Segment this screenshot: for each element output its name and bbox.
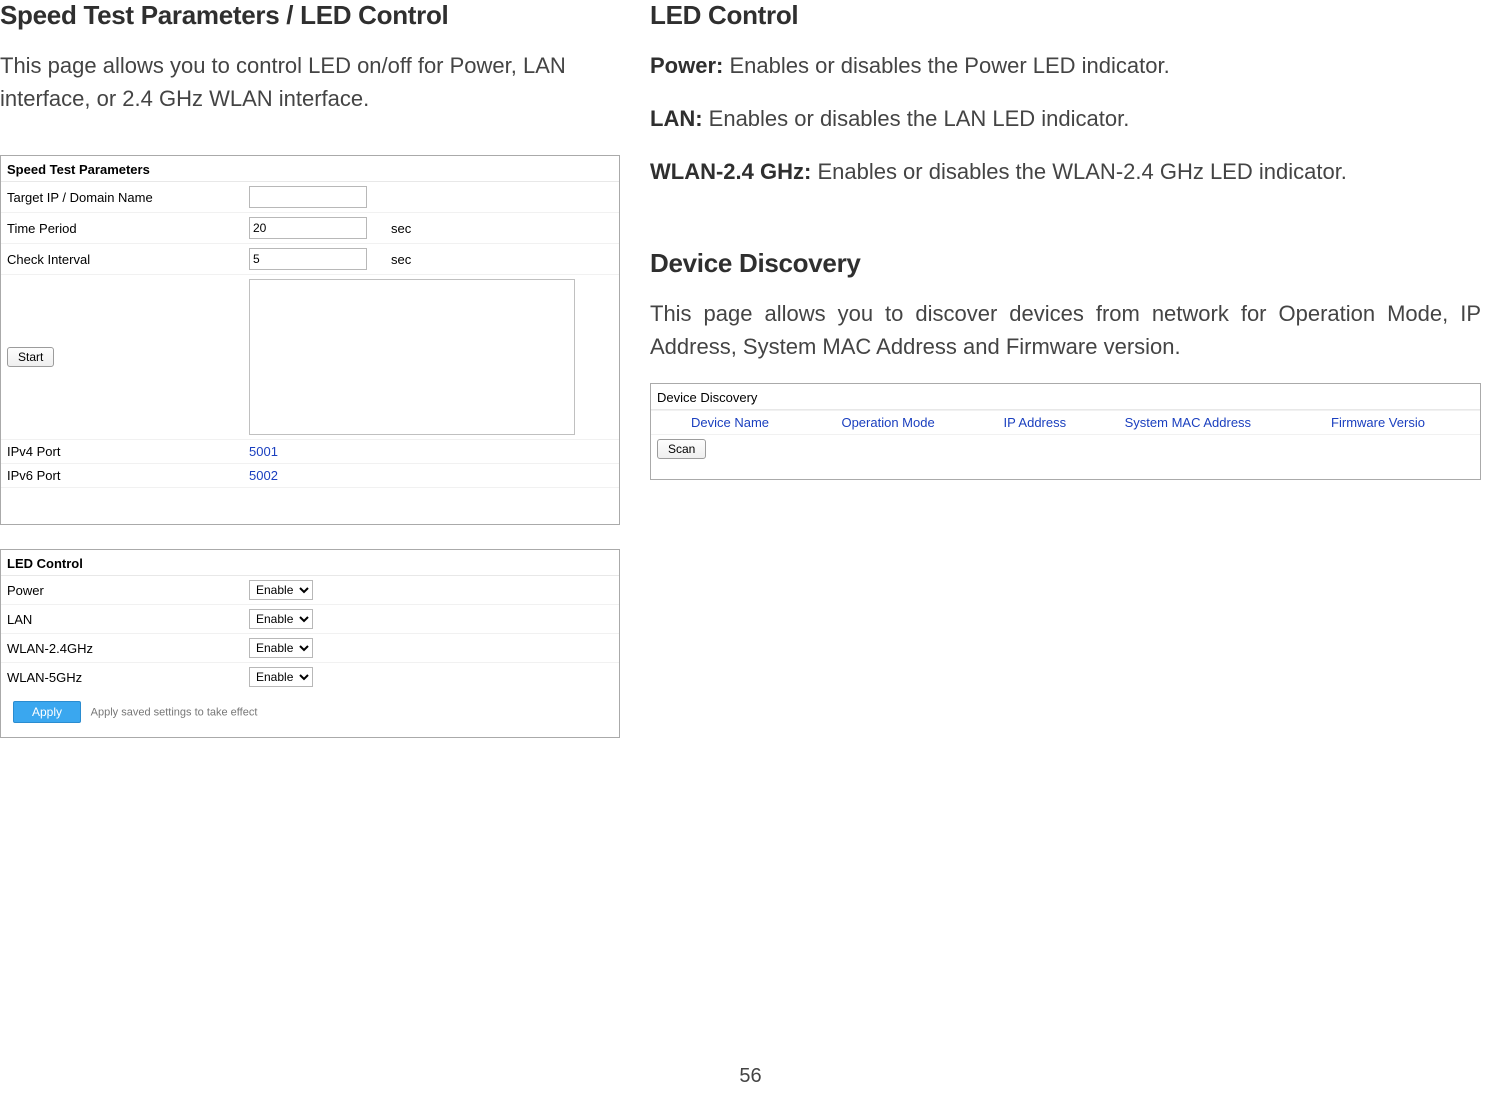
check-interval-label: Check Interval [1, 244, 243, 275]
dd-header-3: System MAC Address [1111, 411, 1317, 435]
time-period-label: Time Period [1, 213, 243, 244]
wlan-desc: WLAN-2.4 GHz: Enables or disables the WL… [650, 155, 1481, 188]
ipv6-port-value: 5002 [249, 468, 278, 483]
wlan-bold: WLAN-2.4 GHz: [650, 159, 811, 184]
lan-bold: LAN: [650, 106, 703, 131]
led-lan-label: LAN [1, 605, 243, 634]
device-discovery-table: Device Name Operation Mode IP Address Sy… [651, 410, 1480, 463]
check-interval-input[interactable] [249, 248, 367, 270]
lan-desc: LAN: Enables or disables the LAN LED ind… [650, 102, 1481, 135]
heading-speed-led: Speed Test Parameters / LED Control [0, 0, 620, 31]
check-interval-unit: sec [385, 244, 619, 275]
led-control-panel: LED Control Power Enable LAN Enable WLAN… [0, 549, 620, 738]
led-control-table: Power Enable LAN Enable WLAN-2.4GHz Enab… [1, 576, 619, 737]
power-bold: Power: [650, 53, 723, 78]
power-desc: Power: Enables or disables the Power LED… [650, 49, 1481, 82]
led-wlan24-select[interactable]: Enable [249, 638, 313, 658]
intro-text: This page allows you to control LED on/o… [0, 49, 620, 115]
scan-button[interactable]: Scan [657, 439, 706, 459]
apply-button[interactable]: Apply [13, 701, 81, 723]
heading-device-discovery: Device Discovery [650, 248, 1481, 279]
dd-header-0: Device Name [651, 411, 827, 435]
device-discovery-intro: This page allows you to discover devices… [650, 297, 1481, 363]
power-rest: Enables or disables the Power LED indica… [723, 53, 1169, 78]
time-period-input[interactable] [249, 217, 367, 239]
target-label: Target IP / Domain Name [1, 182, 243, 213]
led-power-label: Power [1, 576, 243, 605]
lan-rest: Enables or disables the LAN LED indicato… [703, 106, 1130, 131]
wlan-rest: Enables or disables the WLAN-2.4 GHz LED… [811, 159, 1347, 184]
speed-test-table: Target IP / Domain Name Time Period sec … [1, 182, 619, 524]
device-discovery-panel-title: Device Discovery [651, 384, 1480, 410]
device-discovery-panel: Device Discovery Device Name Operation M… [650, 383, 1481, 480]
speed-test-results-textarea[interactable] [249, 279, 575, 435]
led-lan-select[interactable]: Enable [249, 609, 313, 629]
led-wlan5-label: WLAN-5GHz [1, 663, 243, 692]
ipv4-port-value: 5001 [249, 444, 278, 459]
ipv6-port-label: IPv6 Port [1, 464, 243, 488]
page-number: 56 [0, 1065, 1501, 1088]
speed-test-panel-title: Speed Test Parameters [1, 156, 619, 182]
heading-led-control: LED Control [650, 0, 1481, 31]
ipv4-port-label: IPv4 Port [1, 440, 243, 464]
start-button[interactable]: Start [7, 347, 54, 367]
dd-header-4: Firmware Versio [1317, 411, 1480, 435]
led-power-select[interactable]: Enable [249, 580, 313, 600]
apply-note: Apply saved settings to take effect [91, 707, 258, 719]
led-wlan5-select[interactable]: Enable [249, 667, 313, 687]
speed-test-panel: Speed Test Parameters Target IP / Domain… [0, 155, 620, 525]
dd-header-1: Operation Mode [827, 411, 989, 435]
target-input[interactable] [249, 186, 367, 208]
led-wlan24-label: WLAN-2.4GHz [1, 634, 243, 663]
time-period-unit: sec [385, 213, 619, 244]
led-control-panel-title: LED Control [1, 550, 619, 576]
dd-header-2: IP Address [989, 411, 1110, 435]
